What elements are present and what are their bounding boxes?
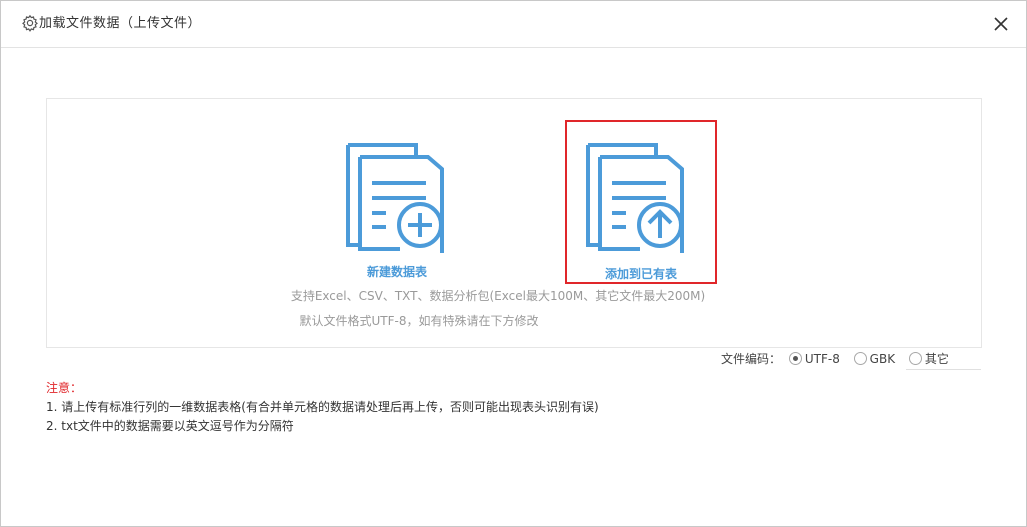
close-icon[interactable] (992, 15, 1010, 33)
file-encoding-selector: 文件编码： UTF-8 GBK 其它 (721, 349, 959, 369)
file-encoding-label: 文件编码： (721, 352, 782, 366)
new-table-option[interactable]: 新建数据表 (342, 139, 452, 285)
dialog-title: 加载文件数据（上传文件） (39, 16, 202, 31)
encoding-option-other[interactable]: 其它 (908, 349, 949, 369)
radio-unchecked-icon[interactable] (908, 352, 922, 365)
radio-unchecked-icon[interactable] (853, 352, 867, 365)
encoding-option-utf8[interactable]: UTF-8 (788, 349, 840, 369)
note-item: 2. txt文件中的数据需要以英文逗号作为分隔符 (46, 419, 294, 433)
new-table-label: 新建数据表 (366, 265, 427, 279)
add-to-existing-label: 添加到已有表 (604, 267, 677, 281)
note-item: 1. 请上传有标准行列的一维数据表格(有合并单元格的数据请处理后再上传，否则可能… (46, 400, 599, 414)
other-encoding-input-underline (906, 369, 981, 370)
encoding-option-gbk[interactable]: GBK (853, 349, 895, 369)
add-to-existing-table-option[interactable]: 添加到已有表 (565, 120, 717, 284)
document-upload-icon (586, 143, 684, 253)
settings-gear-icon (22, 14, 38, 32)
upload-dialog: 加载文件数据（上传文件） 新建数据表 添加到已有表 支持Excel、CSV、TX… (0, 0, 1027, 527)
upload-panel: 新建数据表 添加到已有表 支持Excel、CSV、TXT、数据分析包(Excel… (46, 98, 982, 348)
new-document-plus-icon (346, 143, 444, 253)
supported-formats-text: 支持Excel、CSV、TXT、数据分析包(Excel最大100M、其它文件最大… (290, 289, 706, 303)
notes-title: 注意： (46, 381, 83, 395)
radio-checked-icon[interactable] (788, 352, 802, 365)
upload-notes: 注意： 1. 请上传有标准行列的一维数据表格(有合并单元格的数据请处理后再上传，… (46, 379, 599, 436)
default-encoding-text: 默认文件格式UTF-8，如有特殊请在下方修改 (299, 314, 539, 328)
dialog-titlebar: 加载文件数据（上传文件） (1, 1, 1026, 48)
